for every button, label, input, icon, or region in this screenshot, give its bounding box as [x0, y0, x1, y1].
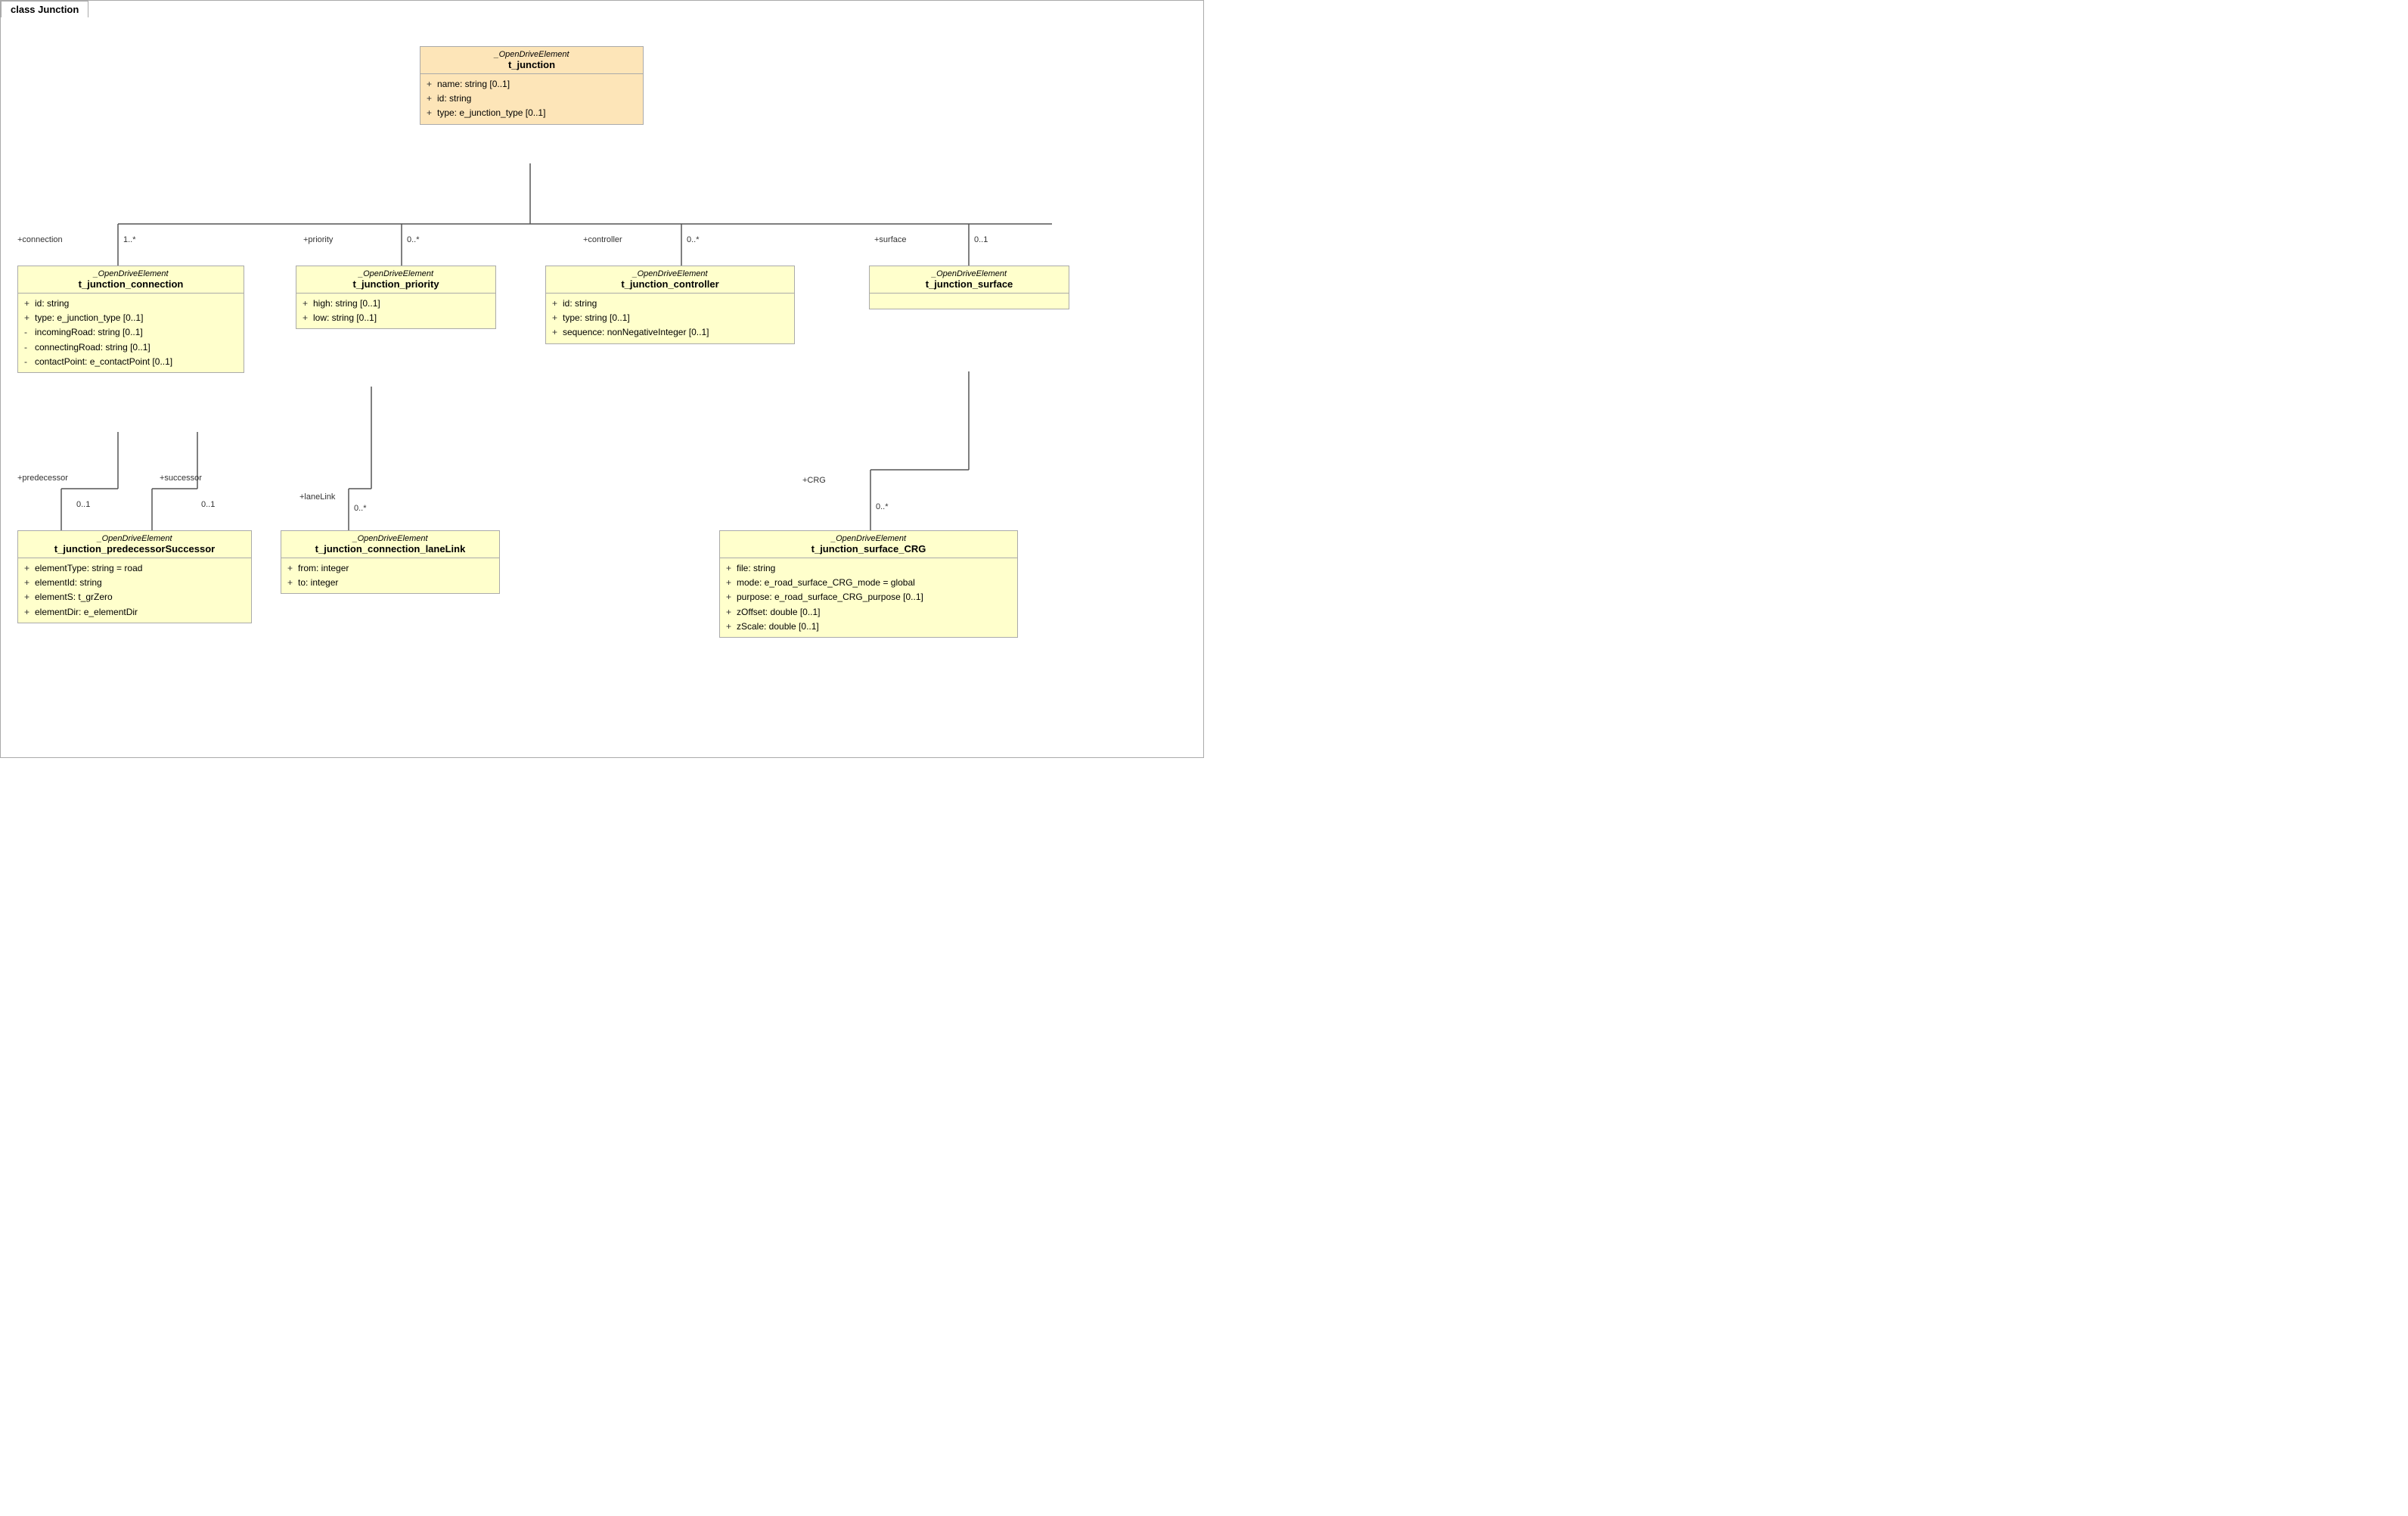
attr-row: +type: string [0..1] — [552, 311, 788, 325]
box-t-junction: _OpenDriveElement t_junction +name: stri… — [420, 46, 644, 125]
stereotype-t-junction: _OpenDriveElement — [427, 50, 637, 59]
stereotype: _OpenDriveElement — [287, 534, 493, 543]
body: +elementType: string = road +elementId: … — [18, 558, 251, 623]
label-successor-role: +successor — [160, 474, 202, 483]
attr-row: +elementS: t_grZero — [24, 590, 245, 604]
label-crg-role: +CRG — [802, 476, 826, 485]
label-controller-role: +controller — [583, 235, 622, 244]
classname: t_junction_priority — [303, 278, 489, 290]
box-t-junction-surface-crg: _OpenDriveElement t_junction_surface_CRG… — [719, 530, 1018, 638]
label-connection-mult: 1..* — [123, 235, 136, 244]
classname: t_junction_controller — [552, 278, 788, 290]
box-t-junction-priority: _OpenDriveElement t_junction_priority +h… — [296, 266, 496, 329]
label-lanelink-mult: 0..* — [354, 504, 367, 513]
attr-row: +file: string — [726, 561, 1011, 576]
attr-row: +id: string — [427, 92, 637, 106]
stereotype: _OpenDriveElement — [303, 269, 489, 278]
classname-t-junction: t_junction — [427, 59, 637, 70]
header: _OpenDriveElement t_junction_predecessor… — [18, 531, 251, 558]
stereotype: _OpenDriveElement — [552, 269, 788, 278]
diagram-title: class Junction — [1, 1, 88, 17]
stereotype: _OpenDriveElement — [726, 534, 1011, 543]
header: _OpenDriveElement t_junction_controller — [546, 266, 794, 294]
attr-row: +high: string [0..1] — [303, 297, 489, 311]
label-surface-mult: 0..1 — [974, 235, 988, 244]
box-t-junction-connection-header: _OpenDriveElement t_junction_connection — [18, 266, 244, 294]
label-controller-mult: 0..* — [687, 235, 700, 244]
attr-row: -connectingRoad: string [0..1] — [24, 340, 237, 355]
stereotype: _OpenDriveElement — [24, 269, 237, 278]
stereotype: _OpenDriveElement — [876, 269, 1063, 278]
body: +from: integer +to: integer — [281, 558, 499, 593]
attr-row: +zScale: double [0..1] — [726, 620, 1011, 634]
box-t-junction-connection: _OpenDriveElement t_junction_connection … — [17, 266, 244, 373]
attr-row: +low: string [0..1] — [303, 311, 489, 325]
classname: t_junction_connection_laneLink — [287, 543, 493, 555]
label-successor-mult: 0..1 — [201, 500, 215, 509]
label-priority-mult: 0..* — [407, 235, 420, 244]
stereotype: _OpenDriveElement — [24, 534, 245, 543]
body: +high: string [0..1] +low: string [0..1] — [296, 294, 495, 328]
label-surface-role: +surface — [874, 235, 907, 244]
classname: t_junction_surface_CRG — [726, 543, 1011, 555]
attr-row: +id: string — [552, 297, 788, 311]
attr-row: +type: e_junction_type [0..1] — [24, 311, 237, 325]
box-t-junction-lanelink: _OpenDriveElement t_junction_connection_… — [281, 530, 500, 594]
attr-row: +elementType: string = road — [24, 561, 245, 576]
diagram-container: class Junction — [0, 0, 1204, 758]
attr-row: +purpose: e_road_surface_CRG_purpose [0.… — [726, 590, 1011, 604]
attr-row: +name: string [0..1] — [427, 77, 637, 92]
label-crg-mult: 0..* — [876, 502, 889, 511]
box-t-junction-header: _OpenDriveElement t_junction — [420, 47, 643, 74]
attr-row: +elementDir: e_elementDir — [24, 605, 245, 620]
attr-row: +id: string — [24, 297, 237, 311]
attr-row: +zOffset: double [0..1] — [726, 605, 1011, 620]
attr-row: +from: integer — [287, 561, 493, 576]
label-predecessor-mult: 0..1 — [76, 500, 90, 509]
box-t-junction-body: +name: string [0..1] +id: string +type: … — [420, 74, 643, 124]
header: _OpenDriveElement t_junction_surface_CRG — [720, 531, 1017, 558]
body — [870, 294, 1069, 309]
body: +id: string +type: e_junction_type [0..1… — [18, 294, 244, 372]
attr-row: +type: e_junction_type [0..1] — [427, 106, 637, 120]
attr-row: -incomingRoad: string [0..1] — [24, 325, 237, 340]
label-connection-role: +connection — [17, 235, 63, 244]
header: _OpenDriveElement t_junction_connection_… — [281, 531, 499, 558]
box-t-junction-predecessorsuccessor: _OpenDriveElement t_junction_predecessor… — [17, 530, 252, 623]
classname: t_junction_connection — [24, 278, 237, 290]
header: _OpenDriveElement t_junction_priority — [296, 266, 495, 294]
body: +id: string +type: string [0..1] +sequen… — [546, 294, 794, 343]
attr-row: -contactPoint: e_contactPoint [0..1] — [24, 355, 237, 369]
classname: t_junction_predecessorSuccessor — [24, 543, 245, 555]
attr-row: +elementId: string — [24, 576, 245, 590]
attr-row: +sequence: nonNegativeInteger [0..1] — [552, 325, 788, 340]
label-priority-role: +priority — [303, 235, 333, 244]
header: _OpenDriveElement t_junction_surface — [870, 266, 1069, 294]
label-predecessor-role: +predecessor — [17, 474, 68, 483]
body: +file: string +mode: e_road_surface_CRG_… — [720, 558, 1017, 637]
box-t-junction-surface: _OpenDriveElement t_junction_surface — [869, 266, 1069, 309]
classname: t_junction_surface — [876, 278, 1063, 290]
box-t-junction-controller: _OpenDriveElement t_junction_controller … — [545, 266, 795, 344]
attr-row: +mode: e_road_surface_CRG_mode = global — [726, 576, 1011, 590]
attr-row: +to: integer — [287, 576, 493, 590]
label-lanelink-role: +laneLink — [299, 492, 335, 502]
